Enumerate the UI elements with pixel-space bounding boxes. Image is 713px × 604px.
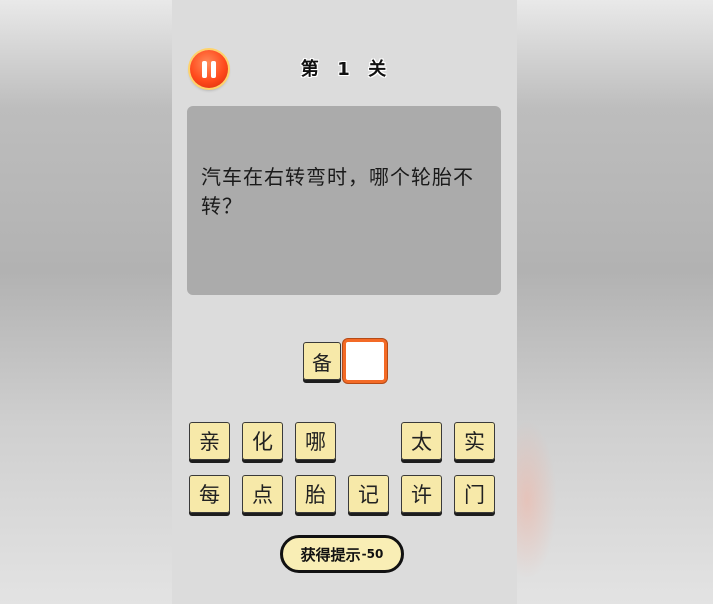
question-box: 汽车在右转弯时，哪个轮胎不转？ [187, 106, 501, 295]
char-key[interactable]: 实 [454, 422, 495, 460]
answer-slot-1[interactable]: 备 [303, 342, 341, 380]
char-key[interactable]: 许 [401, 475, 442, 513]
char-key[interactable]: 胎 [295, 475, 336, 513]
question-text: 汽车在右转弯时，哪个轮胎不转？ [201, 165, 474, 218]
pause-icon [202, 60, 207, 78]
char-key[interactable]: 记 [348, 475, 389, 513]
answer-slots: 备 [303, 339, 387, 383]
char-key[interactable]: 门 [454, 475, 495, 513]
hint-label: 获得提示 [300, 545, 361, 564]
hint-cost: -50 [361, 547, 384, 561]
keyboard-row-1: 亲 化 哪 太 实 [189, 422, 501, 464]
pause-button[interactable] [190, 50, 228, 88]
pause-icon-bar [211, 60, 216, 78]
background-left [0, 0, 172, 604]
game-screen: 第 1 关 汽车在右转弯时，哪个轮胎不转？ 备 亲 化 哪 太 实 每 点 胎 … [172, 0, 517, 604]
char-key[interactable]: 化 [242, 422, 283, 460]
char-key[interactable]: 点 [242, 475, 283, 513]
background-right [497, 0, 713, 604]
char-key-empty [348, 422, 389, 460]
keyboard-row-2: 每 点 胎 记 许 门 [189, 475, 501, 517]
char-key[interactable]: 太 [401, 422, 442, 460]
char-key[interactable]: 每 [189, 475, 230, 513]
char-key[interactable]: 亲 [189, 422, 230, 460]
get-hint-button[interactable]: 获得提示 -50 [280, 535, 404, 573]
char-key[interactable]: 哪 [295, 422, 336, 460]
character-keyboard: 亲 化 哪 太 实 每 点 胎 记 许 门 [189, 422, 501, 528]
level-title: 第 1 关 [300, 59, 389, 80]
answer-slot-2[interactable] [343, 339, 387, 383]
